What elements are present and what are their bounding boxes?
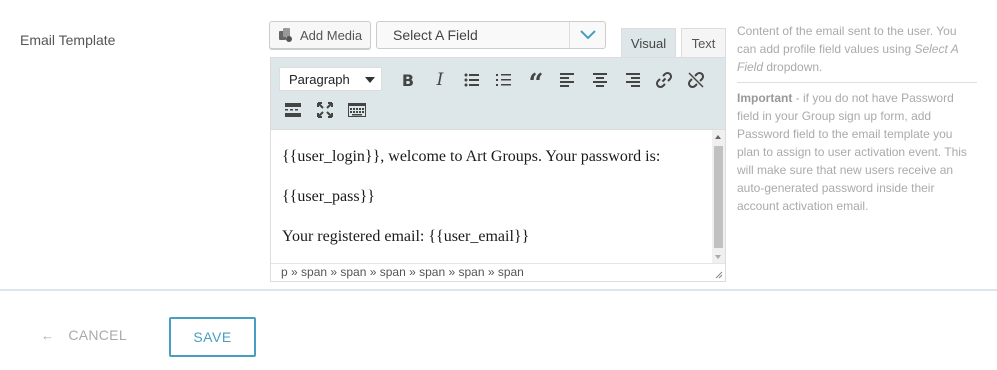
align-center-icon — [593, 73, 607, 87]
email-editor: Paragraph B I “ {{user_login}}, welcome … — [270, 57, 726, 282]
field-label: Email Template — [20, 32, 116, 48]
editor-toolbar: Paragraph B I “ — [271, 58, 725, 130]
content-line: {{user_pass}} — [282, 188, 375, 205]
save-button[interactable]: SAVE — [169, 317, 256, 357]
format-select-value: Paragraph — [289, 71, 350, 87]
caret-down-icon — [365, 77, 375, 83]
fullscreen-icon — [317, 102, 333, 118]
read-more-icon — [285, 103, 301, 117]
media-icon — [279, 28, 292, 42]
keyboard-icon — [348, 103, 366, 117]
add-media-button[interactable]: Add Media — [269, 21, 371, 49]
scroll-up-icon[interactable] — [715, 135, 721, 139]
italic-button[interactable]: I — [428, 68, 452, 92]
scroll-down-icon[interactable] — [715, 255, 721, 259]
cancel-label: CANCEL — [68, 327, 127, 343]
read-more-button[interactable] — [281, 98, 305, 122]
help-text: Content of the email sent to the user. Y… — [737, 22, 977, 215]
resize-handle-icon[interactable] — [714, 270, 723, 279]
numbered-list-button[interactable] — [492, 68, 516, 92]
italic-icon: I — [436, 70, 444, 90]
editor-content[interactable]: {{user_login}}, welcome to Art Groups. Y… — [271, 130, 713, 264]
help-divider — [737, 82, 977, 83]
scrollbar-thumb[interactable] — [714, 146, 723, 248]
chevron-down-icon — [569, 22, 605, 48]
arrow-left-icon: ← — [41, 327, 55, 343]
bullet-list-button[interactable] — [460, 68, 484, 92]
bold-icon: B — [401, 70, 415, 90]
toolbar-toggle-button[interactable] — [345, 98, 369, 122]
editor-scrollbar[interactable] — [712, 130, 725, 264]
bold-button[interactable]: B — [396, 68, 420, 92]
cancel-button[interactable]: ← CANCEL — [41, 327, 127, 343]
quote-icon: “ — [528, 69, 544, 99]
content-line: Your registered email: {{user_email}} — [282, 228, 530, 245]
tab-visual[interactable]: Visual — [621, 28, 676, 57]
element-path-bar: p » span » span » span » span » span » s… — [271, 263, 725, 281]
align-center-button[interactable] — [588, 68, 612, 92]
help-intro: Content of the email sent to the user. Y… — [737, 24, 959, 74]
important-label: Important — [737, 91, 793, 105]
element-path: p » span » span » span » span » span » s… — [281, 265, 524, 279]
align-right-icon — [626, 73, 640, 87]
link-icon — [655, 71, 673, 89]
align-right-button[interactable] — [620, 68, 644, 92]
select-field-value: Select A Field — [393, 27, 478, 43]
fullscreen-button[interactable] — [313, 98, 337, 122]
unlink-icon — [687, 71, 705, 89]
tab-text[interactable]: Text — [681, 28, 726, 57]
help-important: Important - if you do not have Password … — [737, 91, 967, 213]
section-divider — [0, 289, 997, 291]
remove-link-button[interactable] — [684, 68, 708, 92]
add-media-label: Add Media — [300, 27, 363, 43]
select-a-field-dropdown[interactable]: Select A Field — [376, 21, 606, 49]
paragraph-format-select[interactable]: Paragraph — [279, 67, 382, 91]
align-left-button[interactable] — [556, 68, 580, 92]
content-line: {{user_login}}, welcome to Art Groups. Y… — [282, 148, 661, 165]
insert-link-button[interactable] — [652, 68, 676, 92]
numbered-list-icon — [496, 74, 511, 86]
bullet-list-icon — [464, 73, 479, 87]
align-left-icon — [560, 73, 574, 87]
blockquote-button[interactable]: “ — [524, 68, 548, 97]
